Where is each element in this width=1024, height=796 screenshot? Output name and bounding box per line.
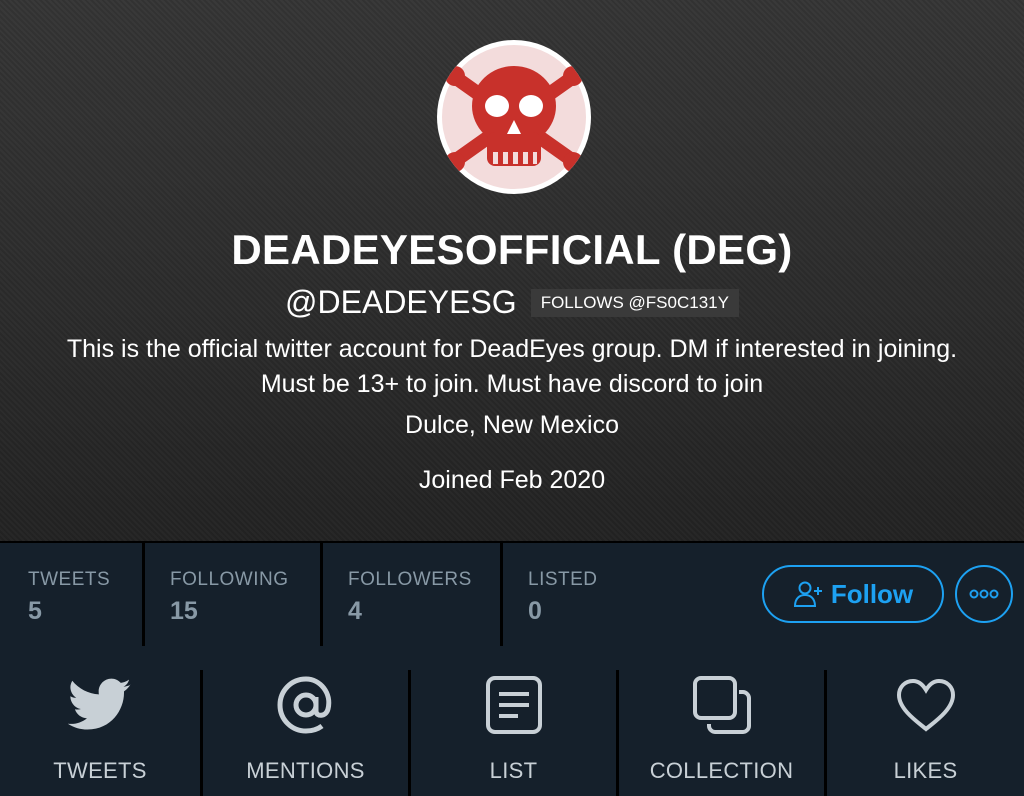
tab-list[interactable]: LIST <box>411 670 616 796</box>
ellipsis-icon <box>969 589 999 599</box>
stat-label: LISTED <box>528 569 598 590</box>
stat-following[interactable]: FOLLOWING 15 <box>142 543 322 648</box>
stat-value: 4 <box>348 597 362 625</box>
stat-label: FOLLOWERS <box>348 569 472 590</box>
at-sign-icon <box>276 676 331 734</box>
tab-label: LIST <box>489 758 538 783</box>
follow-button-label: Follow <box>830 578 914 609</box>
profile-location: Dulce, New Mexico <box>405 411 619 439</box>
profile-bio: This is the official twitter account for… <box>66 335 958 398</box>
profile-tab-bar: TWEETS MENTIONS LIST COLLECTION LIKES <box>0 646 1024 796</box>
heart-icon <box>896 678 955 732</box>
tab-collection[interactable]: COLLECTION <box>619 670 824 796</box>
tab-label: COLLECTION <box>649 758 794 783</box>
stat-value: 0 <box>528 597 542 625</box>
more-options-button[interactable] <box>955 565 1013 623</box>
handle-row: @DEADEYESG FOLLOWS @FS0C131Y <box>0 284 1024 321</box>
tab-tweets[interactable]: TWEETS <box>0 670 200 796</box>
tab-label: MENTIONS <box>246 758 365 783</box>
profile-header: DEADEYESOFFICIAL (DEG) @DEADEYESG FOLLOW… <box>0 0 1024 541</box>
stat-followers[interactable]: FOLLOWERS 4 <box>320 543 502 648</box>
tab-label: TWEETS <box>53 758 147 783</box>
stat-value: 5 <box>28 597 42 625</box>
profile-avatar[interactable] <box>437 40 591 194</box>
tab-likes[interactable]: LIKES <box>827 670 1024 796</box>
stat-label: TWEETS <box>28 569 111 590</box>
stat-tweets[interactable]: TWEETS 5 <box>0 543 144 648</box>
follows-you-badge: FOLLOWS @FS0C131Y <box>530 288 739 317</box>
user-handle[interactable]: @DEADEYESG <box>285 284 517 321</box>
bird-icon <box>68 678 131 730</box>
stat-listed[interactable]: LISTED 0 <box>500 543 660 648</box>
tab-label: LIKES <box>893 758 958 783</box>
stat-label: FOLLOWING <box>170 569 289 590</box>
display-name: DEADEYESOFFICIAL (DEG) <box>231 226 793 273</box>
skull-crossbones-icon <box>442 45 586 189</box>
tab-mentions[interactable]: MENTIONS <box>203 670 408 796</box>
list-icon <box>485 676 542 734</box>
add-user-icon <box>793 581 822 607</box>
stat-value: 15 <box>170 597 198 625</box>
join-date: Joined Feb 2020 <box>418 466 606 494</box>
follow-button[interactable]: Follow <box>762 565 944 623</box>
collection-icon <box>692 676 751 734</box>
stats-bar: TWEETS 5 FOLLOWING 15 FOLLOWERS 4 LISTED… <box>0 541 1024 648</box>
